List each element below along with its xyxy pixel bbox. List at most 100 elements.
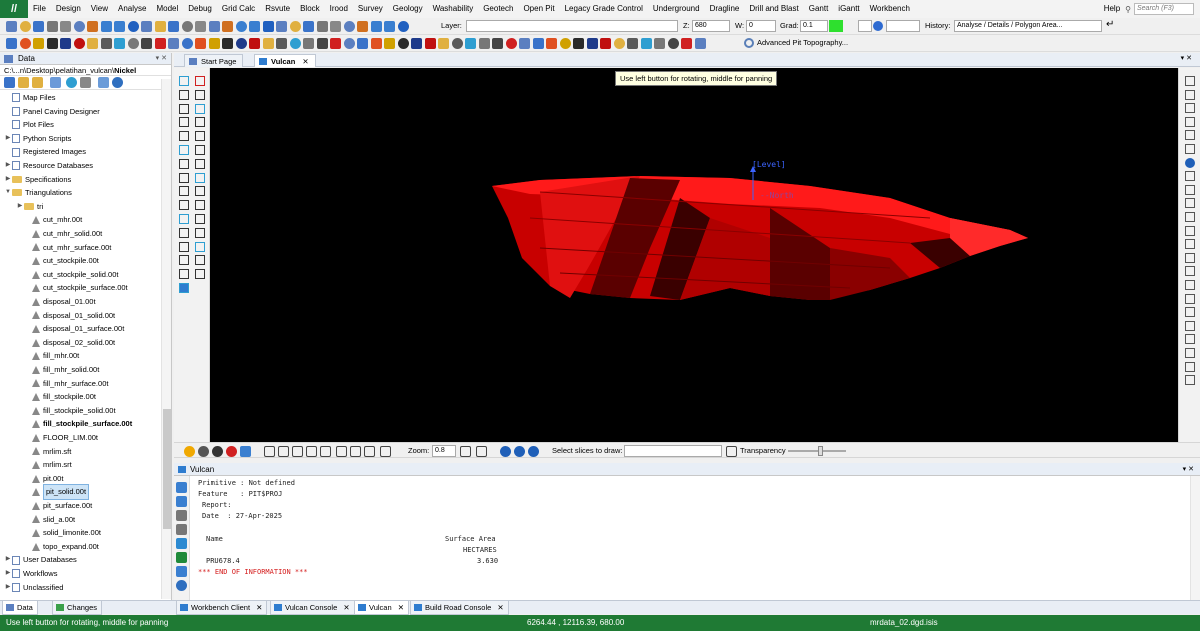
tab-workbench-client[interactable]: Workbench Client ✕ bbox=[176, 601, 268, 615]
layer-new-icon[interactable] bbox=[357, 38, 368, 49]
undo-icon[interactable] bbox=[100, 21, 112, 32]
tree-item[interactable]: ▶ Unclassified bbox=[0, 581, 63, 595]
database-icon[interactable] bbox=[1185, 266, 1195, 277]
fill-icon[interactable] bbox=[262, 38, 274, 49]
hatch-icon[interactable] bbox=[364, 446, 375, 457]
table-view-icon[interactable] bbox=[1185, 348, 1195, 358]
pan-icon[interactable] bbox=[264, 446, 275, 457]
layer-select[interactable] bbox=[466, 20, 678, 32]
tree-item[interactable]: fill_stockpile.00t bbox=[0, 390, 96, 404]
tab-menu-icon[interactable]: ▾ ✕ bbox=[1181, 54, 1192, 62]
tab-start-page[interactable]: Start Page bbox=[184, 54, 244, 67]
split-tool-icon[interactable] bbox=[195, 145, 205, 155]
merge-icon[interactable] bbox=[627, 38, 638, 49]
menu-rsvute[interactable]: Rsvute bbox=[260, 0, 295, 18]
lock-icon[interactable] bbox=[384, 21, 395, 32]
new-file-icon[interactable] bbox=[6, 21, 17, 32]
tree-item[interactable]: Plot Files bbox=[0, 118, 54, 132]
blast-icon[interactable] bbox=[195, 38, 206, 49]
export-icon[interactable] bbox=[176, 566, 187, 577]
cut-icon[interactable] bbox=[600, 38, 611, 49]
pit-icon[interactable] bbox=[559, 38, 571, 49]
close-workbench-icon[interactable]: ✕ bbox=[256, 603, 262, 612]
settings-gear-icon[interactable] bbox=[112, 77, 123, 88]
tab-vulcan-output[interactable]: Vulcan ✕ bbox=[354, 601, 410, 615]
circle-tool-icon[interactable] bbox=[179, 158, 189, 169]
tree-item[interactable]: pit.00t bbox=[0, 472, 63, 486]
view-right-icon[interactable] bbox=[528, 446, 539, 457]
cut-icon[interactable] bbox=[249, 38, 260, 49]
zoom-select-icon[interactable] bbox=[380, 446, 391, 457]
smooth-icon[interactable] bbox=[694, 38, 706, 49]
fill-tool-icon[interactable] bbox=[195, 255, 205, 266]
paint-icon[interactable] bbox=[240, 446, 251, 457]
close-tab-icon[interactable]: ✕ bbox=[302, 57, 308, 66]
text-tool-icon[interactable] bbox=[179, 241, 189, 252]
road-icon[interactable] bbox=[222, 38, 233, 49]
join-tool-icon[interactable] bbox=[195, 131, 205, 142]
help-icon[interactable] bbox=[127, 21, 139, 32]
search-input[interactable]: Search (F3) bbox=[1134, 3, 1194, 15]
tree-item[interactable]: Panel Caving Designer bbox=[0, 105, 100, 119]
zoom-window-icon[interactable] bbox=[476, 446, 487, 457]
color-icon[interactable] bbox=[73, 38, 85, 49]
offset-tool-icon[interactable] bbox=[195, 186, 205, 197]
expand-arrow-icon[interactable]: ▼ bbox=[4, 186, 12, 200]
line-icon[interactable] bbox=[168, 21, 179, 32]
tree-item[interactable]: cut_stockpile_solid.00t bbox=[0, 268, 118, 282]
page-tool-icon[interactable] bbox=[179, 255, 189, 266]
close-vulcan-icon[interactable]: ✕ bbox=[398, 603, 404, 612]
settings-icon[interactable] bbox=[1185, 320, 1195, 331]
clear-icon[interactable] bbox=[176, 510, 187, 521]
menu-survey[interactable]: Survey bbox=[353, 0, 388, 18]
menu-view[interactable]: View bbox=[86, 0, 113, 18]
expand-arrow-icon[interactable]: ▶ bbox=[4, 173, 12, 187]
grade-icon[interactable] bbox=[505, 38, 517, 49]
menu-analyse[interactable]: Analyse bbox=[113, 0, 151, 18]
transparency-slider[interactable] bbox=[788, 450, 846, 452]
edit-tool-icon[interactable] bbox=[179, 131, 189, 142]
block-icon[interactable] bbox=[519, 38, 530, 49]
trim-tool-icon[interactable] bbox=[195, 172, 205, 183]
snap-icon[interactable] bbox=[303, 21, 314, 32]
unlock-icon[interactable] bbox=[397, 21, 409, 32]
paste-icon[interactable] bbox=[87, 21, 98, 32]
break-tool-icon[interactable] bbox=[195, 214, 205, 224]
circle-icon[interactable] bbox=[33, 38, 44, 49]
volume-icon[interactable] bbox=[343, 21, 355, 32]
move-tool-icon[interactable] bbox=[195, 89, 205, 100]
tree-item[interactable]: ▶ Specifications bbox=[0, 173, 72, 187]
transparency-toggle-icon[interactable] bbox=[726, 446, 737, 457]
collapse-icon[interactable] bbox=[1185, 116, 1195, 127]
details-icon[interactable] bbox=[50, 77, 61, 88]
doc-tool-icon[interactable] bbox=[179, 269, 189, 280]
blast-icon[interactable] bbox=[546, 38, 557, 49]
disk-icon[interactable] bbox=[411, 38, 422, 49]
layer-open-icon[interactable] bbox=[370, 38, 382, 49]
output-settings-icon[interactable] bbox=[176, 580, 187, 591]
color-icon[interactable] bbox=[424, 38, 436, 49]
tree-item[interactable]: disposal_01_surface.00t bbox=[0, 322, 124, 336]
book-icon[interactable] bbox=[1185, 307, 1195, 318]
advanced-pit-button[interactable]: Advanced Pit Topography... bbox=[757, 37, 848, 49]
menu-block[interactable]: Block bbox=[295, 0, 325, 18]
tree-item[interactable]: fill_stockpile_surface.00t bbox=[0, 417, 132, 431]
tree-item[interactable]: disposal_01.00t bbox=[0, 295, 96, 309]
blue-info-icon[interactable] bbox=[1185, 184, 1195, 195]
history-select[interactable]: Analyse / Details / Polygon Area... bbox=[954, 20, 1102, 32]
grade-icon[interactable] bbox=[154, 38, 166, 49]
menu-design[interactable]: Design bbox=[51, 0, 86, 18]
scale-tool-icon[interactable] bbox=[195, 103, 205, 114]
layer-open-icon[interactable] bbox=[19, 38, 31, 49]
menu-help[interactable]: Help bbox=[1099, 0, 1125, 18]
zoom-fit-icon[interactable] bbox=[460, 446, 471, 457]
collapse-icon[interactable] bbox=[98, 77, 109, 88]
output-scrollbar[interactable] bbox=[1190, 476, 1200, 600]
tab-vulcan-console[interactable]: Vulcan Console ✕ bbox=[270, 601, 355, 615]
view-left-icon[interactable] bbox=[500, 446, 511, 457]
block-icon[interactable] bbox=[168, 38, 179, 49]
w-input[interactable]: 0 bbox=[746, 20, 776, 32]
point-icon[interactable] bbox=[154, 21, 166, 32]
arc-tool-icon[interactable] bbox=[179, 200, 189, 211]
tree-item[interactable]: ▶ Workflows bbox=[0, 567, 57, 581]
